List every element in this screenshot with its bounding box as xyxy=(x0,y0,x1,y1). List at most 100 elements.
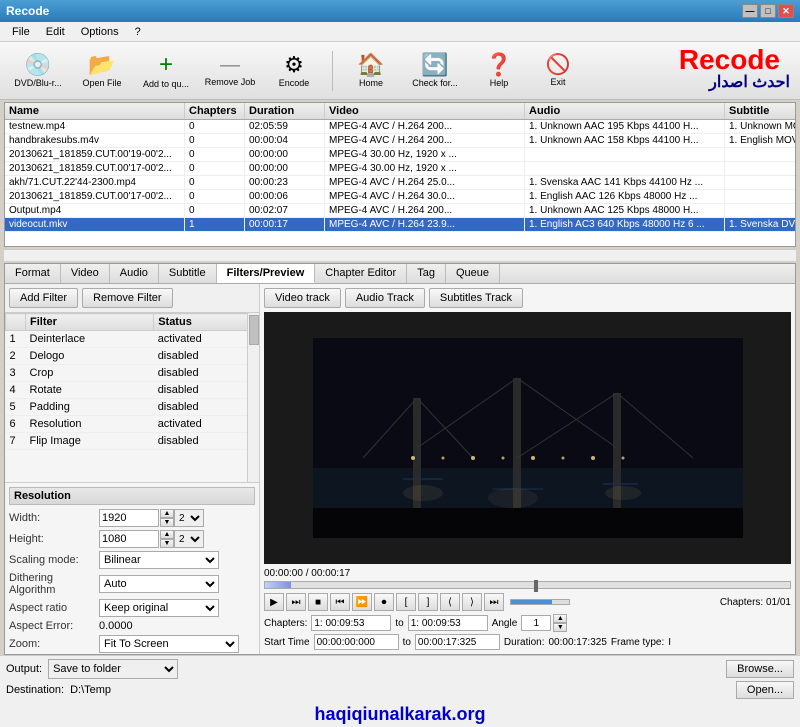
zoom-select[interactable]: Fit To Screen100%150% xyxy=(99,635,239,653)
filter-row[interactable]: 2 Delogo disabled xyxy=(6,348,259,365)
end-button[interactable]: ⏭ xyxy=(484,593,504,611)
stop-button[interactable]: ■ xyxy=(308,593,328,611)
filter-row[interactable]: 3 Crop disabled xyxy=(6,365,259,382)
dithering-select[interactable]: AutoNone xyxy=(99,575,219,593)
prev-button[interactable]: ⏮ xyxy=(330,593,350,611)
toolbar-open-button[interactable]: 📂 Open File xyxy=(72,46,132,96)
width-up-button[interactable]: ▲ xyxy=(160,509,174,518)
file-subtitle xyxy=(725,176,795,189)
tab-chapter-editor[interactable]: Chapter Editor xyxy=(315,264,407,283)
toolbar-encode-button[interactable]: ⚙ Encode xyxy=(264,46,324,96)
goto-out-button[interactable]: ⟩ xyxy=(462,593,482,611)
height-down-button[interactable]: ▼ xyxy=(160,539,174,548)
scaling-row: Scaling mode: BilinearBicubicLanczos xyxy=(9,551,255,569)
tab-queue[interactable]: Queue xyxy=(446,264,500,283)
next-frame-button[interactable]: ⏭ xyxy=(286,593,306,611)
menu-edit[interactable]: Edit xyxy=(38,24,73,40)
file-row[interactable]: testnew.mp4 0 02:05:59 MPEG-4 AVC / H.26… xyxy=(5,120,795,134)
subtitles-track-button[interactable]: Subtitles Track xyxy=(429,288,523,308)
horizontal-scrollbar[interactable] xyxy=(4,249,796,261)
width-step-select[interactable]: 24816 xyxy=(174,509,204,527)
tab-video[interactable]: Video xyxy=(61,264,110,283)
menu-file[interactable]: File xyxy=(4,24,38,40)
browse-button[interactable]: Browse... xyxy=(726,660,794,678)
menu-help[interactable]: ? xyxy=(127,24,149,40)
chapters-label: Chapters: 01/01 xyxy=(720,597,791,608)
toolbar-help-button[interactable]: ❓ Help xyxy=(469,46,529,96)
out-point-button[interactable]: ] xyxy=(418,593,438,611)
menu-options[interactable]: Options xyxy=(73,24,127,40)
goto-in-button[interactable]: ⟨ xyxy=(440,593,460,611)
file-row[interactable]: 20130621_181859.CUT.00'17-00'2... 0 00:0… xyxy=(5,190,795,204)
toolbar-remove-button[interactable]: — Remove Job xyxy=(200,46,260,96)
audio-track-button[interactable]: Audio Track xyxy=(345,288,425,308)
close-button[interactable]: ✕ xyxy=(778,4,794,18)
file-chapters: 0 xyxy=(185,162,245,175)
filter-row[interactable]: 4 Rotate disabled xyxy=(6,382,259,399)
file-name: Output.mp4 xyxy=(5,204,185,217)
end-time-input[interactable] xyxy=(415,634,500,650)
tab-subtitle[interactable]: Subtitle xyxy=(159,264,217,283)
video-track-button[interactable]: Video track xyxy=(264,288,341,308)
filter-name: Rotate xyxy=(26,382,154,399)
fast-forward-button[interactable]: ⏩ xyxy=(352,593,372,611)
angle-spin-buttons: ▲ ▼ xyxy=(553,614,567,632)
file-row[interactable]: Output.mp4 0 00:02:07 MPEG-4 AVC / H.264… xyxy=(5,204,795,218)
file-audio: 1. Unknown AAC 125 Kbps 48000 H... xyxy=(525,204,725,217)
file-duration: 00:00:00 xyxy=(245,162,325,175)
record-button[interactable]: ⏺ xyxy=(374,593,394,611)
chapter-from-input[interactable] xyxy=(311,615,391,631)
filter-row[interactable]: 5 Padding disabled xyxy=(6,399,259,416)
file-row[interactable]: 20130621_181859.CUT.00'19-00'2... 0 00:0… xyxy=(5,148,795,162)
in-point-button[interactable]: [ xyxy=(396,593,416,611)
height-up-button[interactable]: ▲ xyxy=(160,530,174,539)
file-row[interactable]: 20130621_181859.CUT.00'17-00'2... 0 00:0… xyxy=(5,162,795,176)
minimize-button[interactable]: — xyxy=(742,4,758,18)
add-filter-button[interactable]: Add Filter xyxy=(9,288,78,308)
file-row-selected[interactable]: videocut.mkv 1 00:00:17 MPEG-4 AVC / H.2… xyxy=(5,218,795,232)
width-input[interactable] xyxy=(99,509,159,527)
height-input[interactable] xyxy=(99,530,159,548)
maximize-button[interactable]: □ xyxy=(760,4,776,18)
file-list-header: Name Chapters Duration Video Audio Subti… xyxy=(5,103,795,120)
play-button[interactable]: ▶ xyxy=(264,593,284,611)
output-select[interactable]: Save to folder Same as source xyxy=(48,659,178,679)
angle-up-button[interactable]: ▲ xyxy=(553,614,567,623)
toolbar-add-button[interactable]: + Add to qu... xyxy=(136,46,196,96)
start-time-input[interactable] xyxy=(314,634,399,650)
col-subtitle: Subtitle xyxy=(725,103,796,119)
website-text: haqiqiunalkarak.org xyxy=(314,704,485,724)
height-step-select[interactable]: 24816 xyxy=(174,530,204,548)
toolbar-check-button[interactable]: 🔄 Check for... xyxy=(405,46,465,96)
toolbar-dvd-button[interactable]: 💿 DVD/Blu-r... xyxy=(8,46,68,96)
volume-slider[interactable] xyxy=(510,599,570,605)
aspect-ratio-select[interactable]: Keep original16:94:3 xyxy=(99,599,219,617)
width-down-button[interactable]: ▼ xyxy=(160,518,174,527)
filter-row[interactable]: 1 Deinterlace activated xyxy=(6,331,259,348)
angle-down-button[interactable]: ▼ xyxy=(553,623,567,632)
file-subtitle: 1. Svenska DVD SUB xyxy=(725,218,795,231)
tab-format[interactable]: Format xyxy=(5,264,61,283)
filter-row[interactable]: 6 Resolution activated xyxy=(6,416,259,433)
tab-tag[interactable]: Tag xyxy=(407,264,446,283)
chapter-to-input[interactable] xyxy=(408,615,488,631)
file-row[interactable]: handbrakesubs.m4v 0 00:00:04 MPEG-4 AVC … xyxy=(5,134,795,148)
filter-row[interactable]: 7 Flip Image disabled xyxy=(6,433,259,450)
duration-label: Duration: xyxy=(504,637,545,648)
width-label: Width: xyxy=(9,512,99,524)
filter-col-num xyxy=(6,314,26,331)
angle-input[interactable] xyxy=(521,615,551,631)
aspect-error-value: 0.0000 xyxy=(99,620,133,632)
remove-filter-button[interactable]: Remove Filter xyxy=(82,288,172,308)
timeline-bar[interactable] xyxy=(264,581,791,589)
file-row[interactable]: akh/71.CUT.22'44-2300.mp4 0 00:00:23 MPE… xyxy=(5,176,795,190)
scaling-select[interactable]: BilinearBicubicLanczos xyxy=(99,551,219,569)
open-button[interactable]: Open... xyxy=(736,681,794,699)
menu-bar: File Edit Options ? xyxy=(0,22,800,42)
toolbar-exit-button[interactable]: 🚫 Exit xyxy=(533,46,583,96)
volume-level xyxy=(511,600,552,604)
toolbar-home-button[interactable]: 🏠 Home xyxy=(341,46,401,96)
tab-audio[interactable]: Audio xyxy=(110,264,159,283)
tab-filters-preview[interactable]: Filters/Preview xyxy=(217,264,316,283)
filter-scrollbar[interactable] xyxy=(247,313,259,482)
